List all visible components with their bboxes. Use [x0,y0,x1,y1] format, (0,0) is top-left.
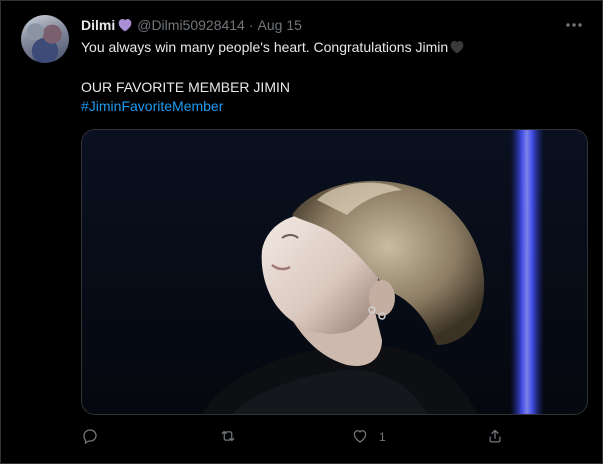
retweet-icon [219,427,237,448]
reply-icon [81,427,99,448]
hashtag-link[interactable]: #JiminFavoriteMember [81,98,223,114]
share-icon [486,427,504,448]
tweet-card[interactable]: Dilmi @Dilmi50928414 · Aug 15 You always… [0,0,603,464]
tweet-text: You always win many people's heart. Cong… [81,39,449,55]
author-name[interactable]: Dilmi [81,17,115,33]
tweet-text-line2: OUR FAVORITE MEMBER JIMIN [81,79,290,95]
avatar[interactable] [21,15,69,63]
tweet-text-line1: You always win many people's heart. Cong… [81,39,465,55]
purple-heart-icon [117,17,133,33]
more-icon[interactable] [564,17,584,33]
author-handle[interactable]: @Dilmi50928414 [137,17,245,33]
black-heart-icon [449,39,465,55]
tweet-header: Dilmi @Dilmi50928414 · Aug 15 [81,15,302,35]
tweet-photo[interactable] [81,129,588,415]
tweet-date[interactable]: Aug 15 [258,17,302,33]
tweet-actions: 1 [81,426,511,450]
separator: · [248,17,254,33]
reply-button[interactable] [81,426,99,448]
like-icon [351,427,369,448]
like-count: 1 [379,430,386,444]
retweet-button[interactable] [219,426,237,448]
share-button[interactable] [486,426,504,448]
like-button[interactable]: 1 [351,426,386,448]
